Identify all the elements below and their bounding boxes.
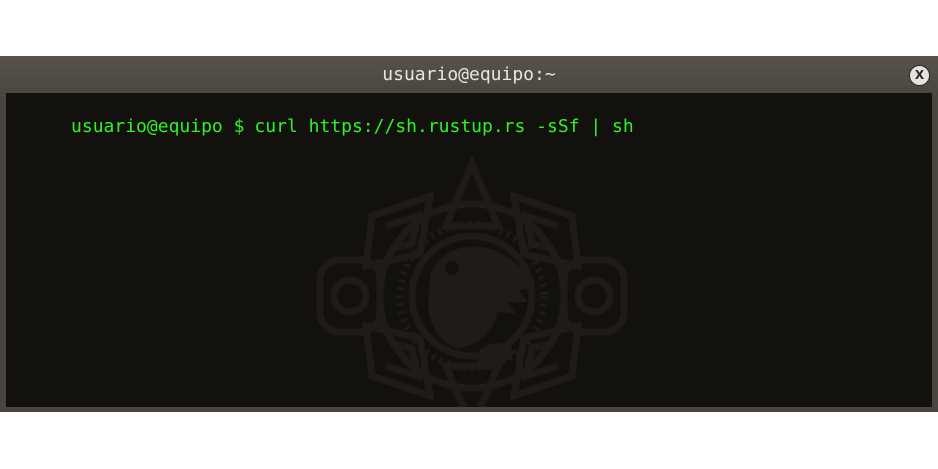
command-line: usuario@equipo $ curl https://sh.rustup.r… — [6, 94, 634, 160]
close-button[interactable]: X — [909, 65, 930, 86]
window-title: usuario@equipo:~ — [382, 64, 556, 85]
aztec-sun-stone-icon — [316, 156, 628, 407]
terminal-window: usuario@equipo:~ X usuario@equipo $ curl… — [0, 56, 938, 412]
title-bar[interactable]: usuario@equipo:~ X — [0, 56, 938, 93]
shell-prompt: usuario@equipo $ — [71, 116, 245, 137]
command-text: curl https://sh.rustup.rs -sSf | sh — [254, 116, 634, 137]
terminal-area[interactable]: usuario@equipo $ curl https://sh.rustup.r… — [6, 93, 932, 407]
